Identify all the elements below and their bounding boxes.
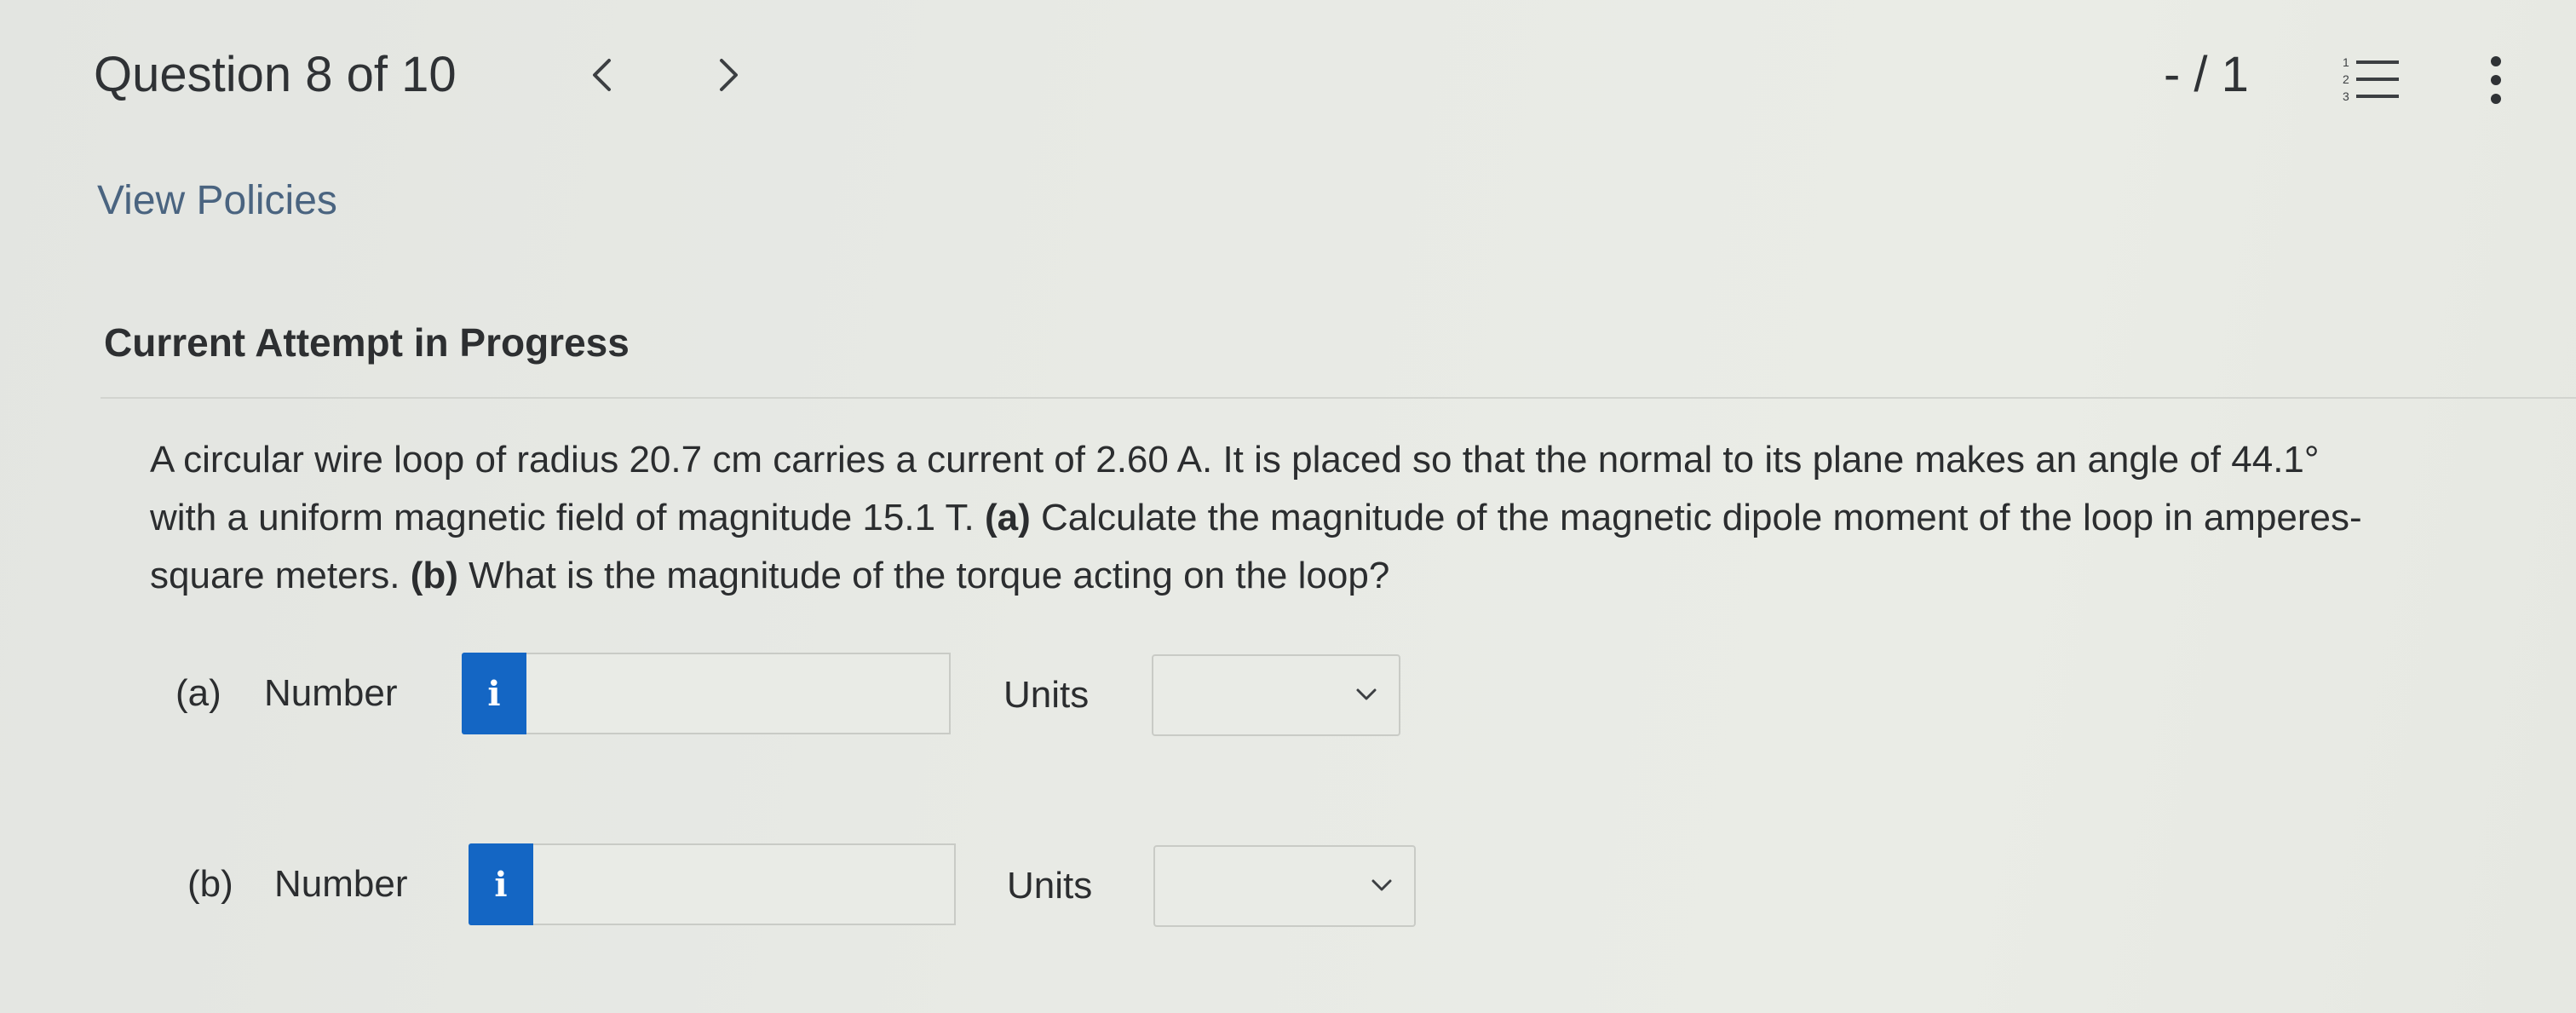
previous-question-button[interactable] (576, 49, 627, 101)
part-b-number-label: Number (274, 863, 408, 905)
part-a-info-button[interactable]: i (462, 653, 526, 734)
part-b-label: (b) (187, 863, 233, 905)
next-question-button[interactable] (704, 49, 755, 101)
info-icon: i (487, 673, 501, 714)
svg-text:1: 1 (2343, 55, 2349, 69)
divider (101, 397, 2576, 399)
question-text: A circular wire loop of radius 20.7 cm c… (150, 431, 2501, 605)
part-marker: (a) (984, 497, 1031, 538)
part-b-units-select[interactable] (1153, 845, 1416, 927)
part-a-units-select[interactable] (1152, 654, 1400, 736)
question-text-segment: What is the magnitude of the torque acti… (469, 555, 1390, 596)
question-line: square meters. (b) What is the magnitude… (150, 547, 2501, 605)
vertical-ellipsis-icon (2491, 56, 2501, 104)
svg-text:2: 2 (2343, 72, 2349, 86)
score-display: - / 1 (2164, 47, 2249, 102)
chevron-down-icon (1356, 688, 1377, 700)
part-a-number-label: Number (264, 672, 398, 714)
question-text-segment: Calculate the magnitude of the magnetic … (1040, 497, 2362, 538)
view-policies-link[interactable]: View Policies (97, 176, 337, 227)
question-line: with a uniform magnetic field of magnitu… (150, 489, 2501, 547)
part-a-units-label: Units (1003, 674, 1090, 716)
question-list-button[interactable]: 1 2 3 (2341, 53, 2402, 104)
more-options-button[interactable] (2479, 53, 2513, 107)
chevron-left-icon (593, 59, 611, 91)
numbered-list-icon: 1 2 3 (2343, 55, 2399, 103)
question-counter: Question 8 of 10 (94, 47, 457, 102)
part-marker: (b) (410, 555, 458, 596)
part-b-number-input[interactable] (533, 843, 956, 925)
question-text-segment: square meters. (150, 555, 400, 596)
part-a-label: (a) (175, 672, 221, 714)
chevron-right-icon (720, 59, 738, 91)
part-b-info-button[interactable]: i (469, 843, 533, 925)
question-text-segment: A circular wire loop of radius 20.7 cm c… (150, 439, 2320, 481)
svg-text:3: 3 (2343, 89, 2349, 103)
part-b-units-label: Units (1007, 865, 1093, 907)
part-a-number-input[interactable] (526, 653, 951, 734)
question-text-segment: with a uniform magnetic field of magnitu… (150, 497, 975, 538)
info-icon: i (494, 864, 508, 905)
question-line: A circular wire loop of radius 20.7 cm c… (150, 431, 2501, 489)
attempt-status-heading: Current Attempt in Progress (104, 320, 630, 365)
chevron-down-icon (1371, 879, 1392, 891)
